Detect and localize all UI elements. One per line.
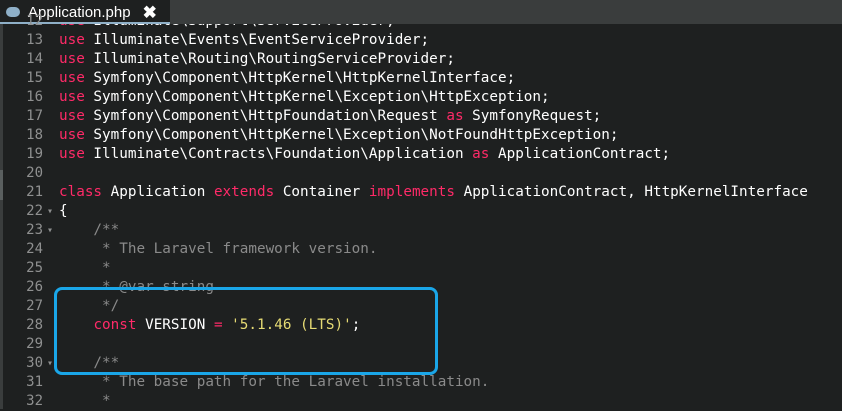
code-token: use [59, 32, 85, 48]
line-number: 28 [26, 317, 43, 333]
line-number-gutter: 12 13 14 15 16 17 18 19 20 21 22 ▾ 23 ▾ 24 25 26 27 28 29 30… [3, 13, 55, 409]
line-number: 14 [26, 51, 43, 67]
code-token: use [59, 70, 85, 86]
code-line: class Application extends Container impl… [59, 183, 808, 202]
code-line: * The base path for the Laravel installa… [59, 373, 489, 392]
line-number: 30 [26, 355, 43, 371]
line-number: 16 [26, 89, 43, 105]
code-token: as [446, 108, 464, 124]
fold-toggle-icon[interactable]: ▾ [47, 221, 53, 240]
code-line: { [59, 202, 68, 221]
code-token: implements [368, 184, 455, 200]
fold-toggle-icon[interactable]: ▾ [47, 202, 53, 221]
code-token: Symfony\Component\HttpKernel\Exception\H… [84, 89, 550, 105]
code-line: * [59, 392, 111, 409]
tab-title: Application.php [28, 3, 131, 21]
code-token: SymfonyRequest; [463, 108, 602, 124]
code-line: use Symfony\Component\HttpFoundation\Req… [59, 107, 601, 126]
code-line: /** [59, 221, 119, 240]
code-token: Illuminate\Events\EventServiceProvider; [84, 32, 430, 48]
code-token: use [59, 89, 85, 105]
code-token: * The base path for the Laravel installa… [59, 374, 490, 390]
code-line: use Illuminate\Events\EventServiceProvid… [59, 31, 429, 50]
code-token: Symfony\Component\HttpKernel\Exception\N… [84, 127, 619, 143]
code-token: Illuminate\Contracts\Foundation\Applicat… [84, 146, 473, 162]
line-number: 24 [26, 241, 43, 257]
code-token: * [59, 260, 111, 276]
line-number: 19 [26, 146, 43, 162]
code-token: Illuminate\Support\ServiceProvider; [85, 24, 394, 29]
line-number: 31 [26, 374, 43, 390]
code-token: ApplicationContract, HttpKernelInterface [454, 184, 808, 200]
code-token: use [59, 108, 85, 124]
code-token: Symfony\Component\HttpKernel\HttpKernelI… [84, 70, 516, 86]
code-token: { [59, 203, 68, 219]
highlight-box [54, 287, 438, 375]
fold-toggle-icon[interactable]: ▾ [47, 354, 53, 373]
code-token: extends [213, 184, 275, 200]
code-line: use Symfony\Component\HttpKernel\Excepti… [59, 88, 550, 107]
code-token: ApplicationContract; [489, 146, 671, 162]
tab-bar: Application.php ✖ [0, 0, 842, 24]
line-number: 32 [26, 393, 43, 409]
code-line: * [59, 259, 111, 278]
code-token: Illuminate\Routing\RoutingServiceProvide… [84, 51, 455, 67]
line-number: 20 [26, 165, 43, 181]
code-token: Container [274, 184, 369, 200]
code-token: Symfony\Component\HttpFoundation\Request [84, 108, 447, 124]
code-token: as [472, 146, 490, 162]
code-token: use [59, 51, 85, 67]
line-number: 29 [26, 336, 43, 352]
code-token: * [59, 393, 111, 409]
code-line: use Illuminate\Support\ServiceProvider; [59, 24, 395, 31]
code-token: * The Laravel framework version. [59, 241, 378, 257]
code-line: use Symfony\Component\HttpKernel\Excepti… [59, 126, 619, 145]
line-number: 26 [26, 279, 43, 295]
line-number: 21 [26, 184, 43, 200]
line-number: 22 [26, 203, 43, 219]
code-token: Application [102, 184, 214, 200]
code-token: use [59, 24, 85, 29]
close-icon[interactable]: ✖ [143, 4, 157, 21]
line-number: 13 [26, 32, 43, 48]
line-number: 18 [26, 127, 43, 143]
line-number: 25 [26, 260, 43, 276]
code-token: /** [59, 222, 120, 238]
line-number: 15 [26, 70, 43, 86]
line-number: 23 [26, 222, 43, 238]
code-line: * The Laravel framework version. [59, 240, 377, 259]
code-token: use [59, 146, 85, 162]
code-token: use [59, 127, 85, 143]
code-line: use Symfony\Component\HttpKernel\HttpKer… [59, 69, 515, 88]
line-number: 27 [26, 298, 43, 314]
code-line: use Illuminate\Contracts\Foundation\Appl… [59, 145, 670, 164]
code-token: class [59, 184, 103, 200]
line-number: 17 [26, 108, 43, 124]
code-line: use Illuminate\Routing\RoutingServicePro… [59, 50, 455, 69]
line-number: 12 [26, 13, 43, 29]
